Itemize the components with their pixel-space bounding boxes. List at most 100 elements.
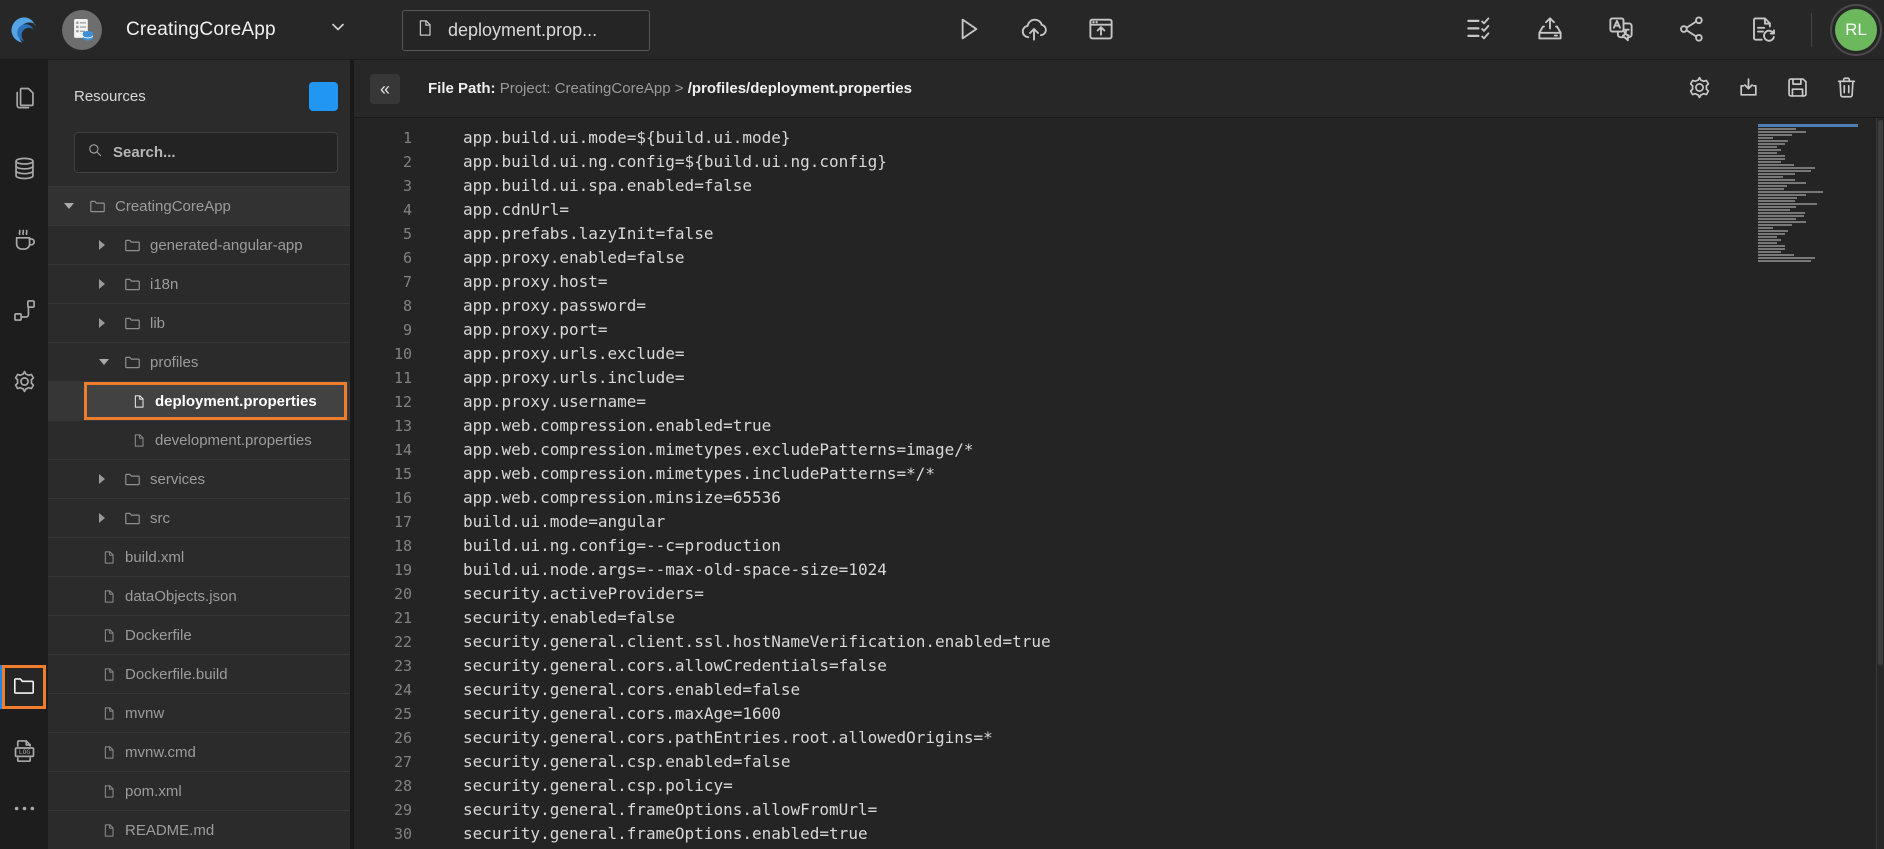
code-line[interactable]: security.general.cors.pathEntries.root.a… (463, 726, 1051, 750)
rail-item-pages[interactable] (11, 84, 38, 114)
file-sync-button[interactable] (1748, 14, 1778, 47)
code-line[interactable]: app.prefabs.lazyInit=false (463, 222, 1051, 246)
tree-item-i18n[interactable]: i18n (48, 264, 350, 303)
code-line[interactable]: security.general.frameOptions.enabled=tr… (463, 822, 1051, 846)
minimap-line (1758, 176, 1783, 178)
minimap-line (1758, 239, 1781, 241)
code-line[interactable]: app.proxy.username= (463, 390, 1051, 414)
scrollbar-thumb[interactable] (1878, 120, 1883, 665)
minimap-current-line (1758, 124, 1858, 127)
code-line[interactable]: app.proxy.port= (463, 318, 1051, 342)
tree-item-pom.xml[interactable]: pom.xml (48, 771, 350, 810)
tree-item-CreatingCoreApp[interactable]: CreatingCoreApp (48, 186, 350, 225)
file-settings-button[interactable] (1686, 74, 1713, 104)
collapse-panel-button[interactable]: « (370, 74, 400, 104)
code-line[interactable]: security.general.cors.maxAge=1600 (463, 702, 1051, 726)
code-line[interactable]: security.general.csp.policy= (463, 774, 1051, 798)
code-line[interactable]: app.web.compression.mimetypes.includePat… (463, 462, 1051, 486)
deploy-button[interactable] (1019, 14, 1049, 47)
code-line[interactable]: security.general.cors.allowCredentials=f… (463, 654, 1051, 678)
tree-item-dataObjects.json[interactable]: dataObjects.json (48, 576, 350, 615)
file-icon (415, 18, 435, 43)
export-button[interactable] (1535, 14, 1565, 47)
code-line[interactable]: security.general.frameOptions.allowFromU… (463, 798, 1051, 822)
add-resource-button[interactable] (309, 82, 338, 111)
code-line[interactable]: security.activeProviders= (463, 582, 1051, 606)
code-line[interactable]: build.ui.ng.config=--c=production (463, 534, 1051, 558)
tree-item-src[interactable]: src (48, 498, 350, 537)
file-icon (101, 822, 117, 839)
code-line[interactable]: app.proxy.urls.exclude= (463, 342, 1051, 366)
user-avatar[interactable]: RL (1835, 9, 1877, 51)
caret-right-icon[interactable] (99, 474, 123, 484)
tree-item-generated-angular-app[interactable]: generated-angular-app (48, 225, 350, 264)
preview-button[interactable] (1086, 14, 1116, 47)
project-name: CreatingCoreApp (126, 19, 276, 41)
search-input[interactable] (113, 144, 326, 161)
code-line[interactable]: security.general.csp.enabled=false (463, 750, 1051, 774)
code-line[interactable]: build.ui.node.args=--max-old-space-size=… (463, 558, 1051, 582)
pages-icon (11, 84, 38, 114)
minimap-line (1758, 137, 1773, 139)
tree-item-label: Dockerfile.build (125, 666, 228, 683)
tree-item-mvnw[interactable]: mvnw (48, 693, 350, 732)
vcs-button[interactable] (1677, 14, 1707, 47)
minimap-line (1758, 185, 1787, 187)
checklist-button[interactable] (1464, 14, 1494, 47)
line-number: 23 (354, 654, 412, 678)
caret-down-icon[interactable] (64, 203, 88, 209)
code-line[interactable]: app.proxy.host= (463, 270, 1051, 294)
save-file-button[interactable] (1784, 74, 1811, 104)
tree-item-development.properties[interactable]: development.properties (48, 420, 350, 459)
code-line[interactable]: app.build.ui.spa.enabled=false (463, 174, 1051, 198)
rail-item-apis[interactable] (11, 297, 38, 327)
project-switcher[interactable]: CreatingCoreApp (62, 10, 348, 50)
tree-item-build.xml[interactable]: build.xml (48, 537, 350, 576)
code-line[interactable]: app.build.ui.mode=${build.ui.mode} (463, 126, 1051, 150)
wavemaker-logo-icon[interactable] (0, 0, 48, 60)
code-line[interactable]: security.general.cors.enabled=false (463, 678, 1051, 702)
rail-item-databases[interactable] (11, 155, 38, 185)
caret-right-icon[interactable] (99, 318, 123, 328)
tree-item-Dockerfile[interactable]: Dockerfile (48, 615, 350, 654)
code-line[interactable]: app.proxy.enabled=false (463, 246, 1051, 270)
minimap[interactable] (1758, 124, 1870, 263)
editor-header: « File Path: Project: CreatingCoreApp > … (354, 60, 1884, 118)
delete-file-button[interactable] (1833, 74, 1860, 104)
code-line[interactable]: app.web.compression.enabled=true (463, 414, 1051, 438)
vertical-scrollbar[interactable] (1876, 118, 1884, 849)
rail-item-settings[interactable] (11, 368, 38, 398)
code-line[interactable]: app.proxy.urls.include= (463, 366, 1051, 390)
tree-item-README.md[interactable]: README.md (48, 810, 350, 849)
line-number: 11 (354, 366, 412, 390)
code-line[interactable]: security.general.client.ssl.hostNameVeri… (463, 630, 1051, 654)
caret-right-icon[interactable] (99, 279, 123, 289)
code-line[interactable]: app.build.ui.ng.config=${build.ui.ng.con… (463, 150, 1051, 174)
code-line[interactable]: app.cdnUrl= (463, 198, 1051, 222)
rail-item-logs[interactable]: LOG (11, 737, 38, 767)
code-area[interactable]: 1234567891011121314151617181920212223242… (354, 118, 1884, 849)
localization-button[interactable] (1606, 14, 1636, 47)
rail-item-file-explorer[interactable] (2, 665, 46, 709)
code-line[interactable]: security.enabled=false (463, 606, 1051, 630)
code-line[interactable]: app.web.compression.minsize=65536 (463, 486, 1051, 510)
open-file-tab[interactable]: deployment.prop... (402, 10, 650, 51)
caret-right-icon[interactable] (99, 513, 123, 523)
rail-item-java-services[interactable] (11, 226, 38, 256)
code-line[interactable]: app.proxy.password= (463, 294, 1051, 318)
tree-item-profiles[interactable]: profiles (48, 342, 350, 381)
tree-item-Dockerfile.build[interactable]: Dockerfile.build (48, 654, 350, 693)
code-line[interactable]: build.ui.mode=angular (463, 510, 1051, 534)
caret-down-icon[interactable] (99, 359, 123, 365)
download-file-button[interactable] (1735, 74, 1762, 104)
caret-right-icon[interactable] (99, 240, 123, 250)
tree-item-lib[interactable]: lib (48, 303, 350, 342)
run-button[interactable] (952, 14, 982, 47)
tree-item-label: CreatingCoreApp (115, 198, 231, 215)
tree-item-mvnw.cmd[interactable]: mvnw.cmd (48, 732, 350, 771)
tree-item-services[interactable]: services (48, 459, 350, 498)
tree-item-deployment.properties[interactable]: deployment.properties (48, 381, 350, 420)
rail-item-more[interactable] (11, 795, 38, 825)
code-line[interactable]: app.web.compression.mimetypes.excludePat… (463, 438, 1051, 462)
chevron-down-icon[interactable] (328, 17, 348, 42)
